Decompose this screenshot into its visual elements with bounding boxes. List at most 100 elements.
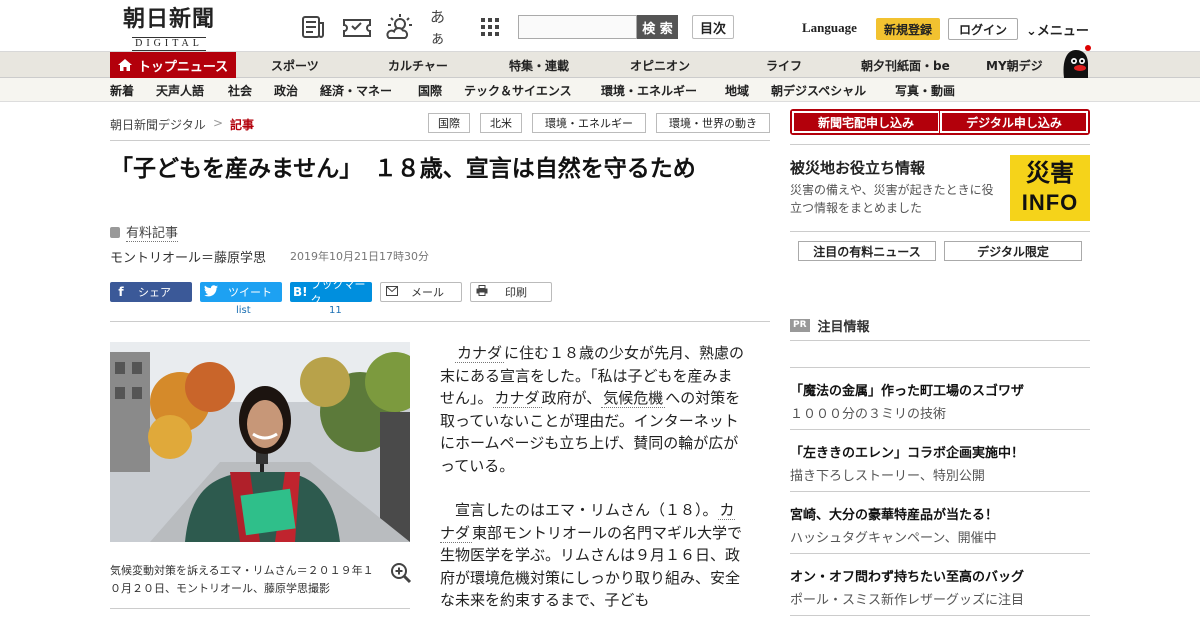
nav-sports[interactable]: スポーツ (271, 52, 319, 78)
keyword-link[interactable]: 気候危機 (601, 389, 666, 408)
lock-icon (110, 227, 120, 238)
twitter-count[interactable]: list (236, 305, 251, 316)
twitter-share-button[interactable]: ツイート (200, 282, 282, 302)
divider (110, 608, 410, 609)
hatena-bookmark-label: ブックマーク (310, 278, 366, 307)
paid-article-label: 有料記事 (126, 226, 179, 242)
home-icon (117, 59, 132, 71)
divider (790, 144, 1090, 145)
divider (790, 553, 1090, 554)
zoom-icon[interactable] (390, 562, 412, 584)
banner-text: INFO (1021, 190, 1079, 215)
nav-life[interactable]: ライフ (766, 52, 802, 78)
signup-button[interactable]: 新規登録 (876, 18, 940, 40)
menu-label: メニュー (1036, 24, 1089, 39)
subnav-environment[interactable]: 環境・エネルギー (601, 78, 697, 102)
facebook-icon: f (118, 285, 124, 299)
subnav-economy[interactable]: 経済・マネー (320, 78, 392, 102)
pr-item-title[interactable]: 「魔法の金属」作った町工場のスゴワザ (790, 380, 1024, 399)
nav-paper[interactable]: 朝夕刊紙面・be (861, 52, 950, 78)
pr-item-title[interactable]: オン・オフ問わず持ちたい至高のバッグ (790, 566, 1024, 585)
article-title: 「子どもを産みません」 １８歳、宣言は自然を守るため (110, 156, 696, 182)
paragraph-text: 宣言したのはエマ・リムさん（１８）。 (455, 501, 718, 519)
facebook-share-label: シェア (138, 286, 171, 299)
nav-opinion[interactable]: オピニオン (630, 52, 690, 78)
tag-environment-energy[interactable]: 環境・エネルギー (532, 113, 646, 133)
twitter-icon (200, 284, 222, 300)
subnav-tensei[interactable]: 天声人語 (156, 78, 204, 102)
login-button[interactable]: ログイン (948, 18, 1018, 40)
disaster-info-banner[interactable]: 災害 INFO (1010, 155, 1090, 221)
subnav-politics[interactable]: 政治 (274, 78, 298, 102)
breadcrumb-separator: > (213, 116, 224, 130)
keyword-link[interactable]: カナダ (455, 344, 505, 363)
disaster-info-title[interactable]: 被災地お役立ち情報 (790, 157, 925, 178)
weather-icon[interactable] (384, 14, 416, 40)
print-button[interactable]: 印刷 (470, 282, 552, 302)
digital-subscribe-button[interactable]: デジタル申し込み (939, 110, 1089, 134)
logo-text: 朝日新聞 (122, 6, 215, 32)
facebook-share-button[interactable]: f シェア (110, 282, 192, 302)
tag-north-america[interactable]: 北米 (480, 113, 522, 133)
nav-culture[interactable]: カルチャー (388, 52, 448, 78)
hatena-bookmark-button[interactable]: B! ブックマーク (290, 278, 372, 307)
toc-button[interactable]: 目次 (692, 15, 734, 39)
article-paragraph: カナダ に住む１８歳の少女が先月、熟慮の末にある宣言をした。「私は子どもを産みませ… (440, 342, 745, 477)
article-body: カナダ に住む１８歳の少女が先月、熟慮の末にある宣言をした。「私は子どもを産みませ… (440, 342, 745, 634)
divider (790, 340, 1090, 341)
pr-item-title[interactable]: 「左ききのエレン」コラボ企画実施中！ (790, 442, 1024, 461)
ticket-icon[interactable] (340, 14, 374, 40)
mail-share-button[interactable]: メール (380, 282, 462, 302)
pr-item-subtitle: １０００分の３ミリの技術 (790, 407, 947, 422)
pr-heading: PR 注目情報 (790, 316, 870, 335)
language-link[interactable]: Language (802, 20, 857, 36)
search-button[interactable]: 検 索 (637, 15, 678, 39)
logo-subtext: DIGITAL (132, 37, 206, 51)
subnav-tech[interactable]: テック＆サイエンス (464, 78, 572, 102)
newspaper-icon[interactable] (300, 14, 328, 40)
pr-item-title[interactable]: 宮崎、大分の豪華特産品が当たる！ (790, 504, 998, 523)
tag-international[interactable]: 国際 (428, 113, 470, 133)
print-icon (471, 285, 493, 299)
font-size-icon[interactable]: あぁ (430, 8, 458, 47)
divider (790, 615, 1090, 616)
pr-badge: PR (790, 319, 810, 332)
home-delivery-button[interactable]: 新聞宅配申し込み (791, 110, 941, 134)
print-label: 印刷 (505, 286, 527, 299)
divider (790, 367, 1090, 368)
site-logo[interactable]: 朝日新聞 DIGITAL (110, 6, 228, 51)
divider (110, 140, 770, 141)
nav-top-news-label: トップニュース (137, 59, 229, 75)
subnav-new[interactable]: 新着 (110, 78, 134, 102)
grid-menu-icon[interactable] (476, 14, 504, 40)
divider (110, 321, 770, 322)
photo-caption: 気候変動対策を訴えるエマ・リムさん＝２０１９年１０月２０日、モントリオール、藤原… (110, 564, 374, 595)
chevron-down-icon: ⌄ (1026, 24, 1037, 39)
mascot-icon[interactable] (1058, 44, 1092, 78)
pr-heading-label: 注目情報 (817, 320, 870, 335)
article-photo[interactable] (110, 342, 410, 542)
mail-share-label: メール (411, 286, 444, 299)
keyword-link[interactable]: カナダ (492, 389, 542, 408)
divider (790, 491, 1090, 492)
divider (790, 429, 1090, 430)
paid-article-badge: 有料記事 (110, 222, 179, 242)
menu-button[interactable]: ⌄メニュー (1026, 20, 1089, 39)
subnav-photo[interactable]: 写真・動画 (895, 78, 955, 102)
subnav-international[interactable]: 国際 (418, 78, 442, 102)
search-input[interactable] (518, 15, 637, 39)
nav-my-asadigi[interactable]: MY朝デジ (986, 52, 1043, 78)
tab-paid-news[interactable]: 注目の有料ニュース (798, 241, 936, 261)
banner-text: 災害 (1026, 159, 1074, 187)
hatena-count[interactable]: 11 (329, 305, 342, 316)
tab-digital-only[interactable]: デジタル限定 (944, 241, 1082, 261)
breadcrumb-current: 記事 (230, 118, 255, 132)
breadcrumb-home[interactable]: 朝日新聞デジタル (110, 116, 206, 133)
subnav-society[interactable]: 社会 (228, 78, 252, 102)
nav-top-news[interactable]: トップニュース (110, 52, 236, 78)
subnav-special[interactable]: 朝デジスペシャル (771, 78, 866, 102)
site-header: 朝日新聞 DIGITAL あぁ 検 索 目次 Language 新規登録 ログイ… (0, 0, 1200, 52)
subnav-region[interactable]: 地域 (725, 78, 749, 102)
tag-environment-world[interactable]: 環境・世界の動き (656, 113, 770, 133)
nav-features[interactable]: 特集・連載 (509, 52, 569, 78)
